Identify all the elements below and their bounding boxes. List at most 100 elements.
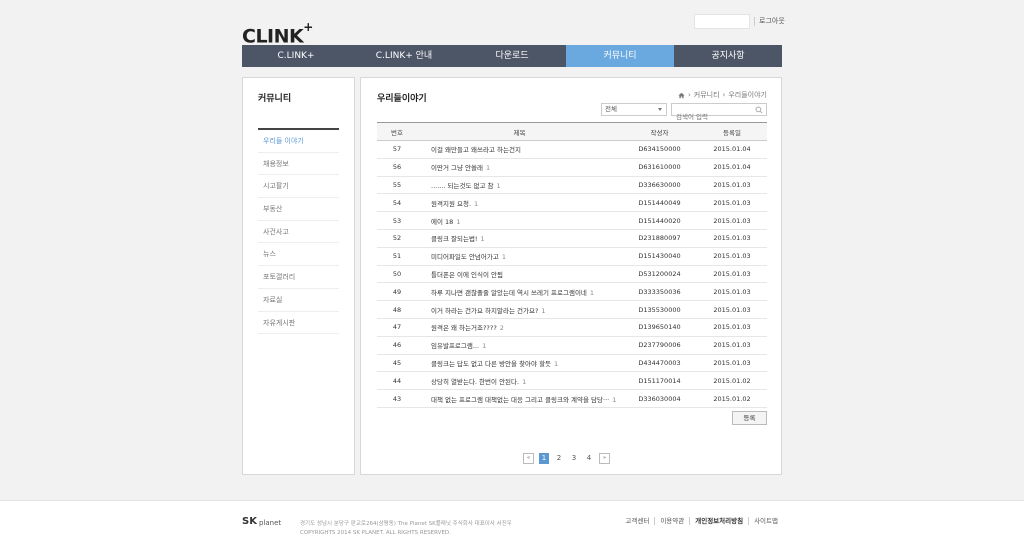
row-title-cell[interactable]: 이딴거 그냥 안쓸래 1 [417, 158, 622, 177]
nav-clink[interactable]: C.LINK+ [242, 45, 350, 67]
sidebar-item-real-estate[interactable]: 부동산 [258, 198, 339, 221]
footer-link-sitemap[interactable]: 사이트맵 [748, 517, 783, 525]
row-title-cell[interactable]: 원격지원 요청. 1 [417, 193, 622, 213]
row-title-link[interactable]: 대책 없는 프로그램 대책없는 대응 그리고 클링크와 계약을 담당··· [431, 396, 609, 404]
prev-page-button[interactable]: « [523, 453, 534, 464]
row-date: 2015.01.02 [697, 389, 767, 408]
sidebar-item-incidents[interactable]: 사건사고 [258, 221, 339, 244]
row-title-cell[interactable]: 에이 18 1 [417, 211, 622, 230]
row-title-cell[interactable]: 원격은 왜 하는거죠???? 2 [417, 318, 622, 337]
row-title-cell[interactable]: 임유발프로그램... 1 [417, 336, 622, 355]
table-row[interactable]: 50 틀더폰은 이에 인식이 안됨 D531200024 2015.01.03 [377, 265, 767, 284]
row-title-link[interactable]: 클링크는 답도 없고 다른 방안을 찾아야 할듯 [431, 360, 551, 368]
comment-count: 1 [482, 342, 487, 351]
page-3[interactable]: 3 [569, 453, 579, 464]
sidebar-item-buy-sell[interactable]: 시고팔기 [258, 175, 339, 199]
footer-links: 고객센터 이용약관 개인정보처리방침 사이트맵 [620, 517, 783, 525]
logout-link[interactable]: 로그아웃 [754, 16, 785, 26]
row-title-link[interactable]: 하루 지나면 괜찮졸줄 알았는데 역시 쓰레기 프로그램이네 [431, 289, 587, 297]
row-title-link[interactable]: 에이 18 [431, 218, 453, 226]
table-row[interactable]: 46 임유발프로그램... 1 D237790006 2015.01.03 [377, 336, 767, 355]
table-row[interactable]: 57 이걸 왜만들고 왜쓰라고 하는건지 D634150000 2015.01.04 [377, 140, 767, 159]
home-icon[interactable] [678, 92, 685, 99]
comment-count: 1 [496, 181, 501, 190]
row-title-link[interactable]: ....... 되는것도 없고 참 [431, 182, 494, 190]
next-page-button[interactable]: » [599, 453, 610, 464]
row-title-link[interactable]: 원격은 왜 하는거죠???? [431, 324, 497, 332]
chevron-down-icon [658, 108, 662, 111]
row-title-cell[interactable]: 하루 지나면 괜찮졸줄 알았는데 역시 쓰레기 프로그램이네 1 [417, 282, 622, 302]
page-title: 우리들이야기 [377, 94, 427, 104]
sidebar-item-free-board[interactable]: 자유게시판 [258, 312, 339, 335]
col-author: 작성자 [622, 122, 697, 141]
comment-count: 1 [554, 359, 559, 368]
row-title-cell[interactable]: 클링크는 답도 없고 다른 방안을 찾아야 할듯 1 [417, 354, 622, 373]
row-title-link[interactable]: 이걸 왜만들고 왜쓰라고 하는건지 [431, 146, 521, 154]
row-number: 55 [377, 176, 417, 195]
footer-address: 경기도 성남시 분당구 판교로264(삼평동) The Planet SK플래닛… [300, 521, 512, 527]
sidebar-item-news[interactable]: 뉴스 [258, 243, 339, 267]
row-title-link[interactable]: 이거 하라는 건가요 하지말라는 건가요? [431, 307, 538, 315]
nav-notice[interactable]: 공지사항 [674, 45, 782, 67]
row-title-link[interactable]: 미디어파일도 안넘어가고 [431, 253, 499, 261]
row-title-link[interactable]: 이딴거 그냥 안쓸래 [431, 164, 483, 172]
table-row[interactable]: 55....... 되는것도 없고 참 1 D336630000 2015.01.03 [377, 176, 767, 195]
footer-link-customer-center[interactable]: 고객센터 [620, 517, 654, 525]
row-title-link[interactable]: 틀더폰은 이에 인식이 안됨 [431, 271, 503, 279]
table-row[interactable]: 56 이딴거 그냥 안쓸래 1 D631610000 2015.01.04 [377, 158, 767, 177]
table-header-row: 번호 제목 작성자 등록일 [377, 122, 767, 141]
page-1[interactable]: 1 [539, 453, 549, 464]
row-number: 49 [377, 282, 417, 302]
row-author: D336030004 [622, 389, 697, 408]
row-title-link[interactable]: 상당히 열받는다. 한번이 안된다. [431, 378, 519, 386]
row-title-cell[interactable]: ....... 되는것도 없고 참1 [417, 176, 622, 195]
row-author: D139650140 [622, 318, 697, 337]
search-input[interactable] [672, 111, 752, 123]
table-row[interactable]: 54 원격지원 요청. 1 D151440049 2015.01.03 [377, 193, 767, 213]
clink-logo[interactable]: CLINK+ [242, 20, 313, 47]
page-4[interactable]: 4 [584, 453, 594, 464]
table-row[interactable]: 49 하루 지나면 괜찮졸줄 알았는데 역시 쓰레기 프로그램이네 1 D333350… [377, 282, 767, 302]
row-date: 2015.01.04 [697, 158, 767, 177]
row-number: 43 [377, 389, 417, 408]
footer-link-privacy[interactable]: 개인정보처리방침 [689, 517, 748, 525]
table-row[interactable]: 43 대책 없는 프로그램 대책없는 대응 그리고 클링크와 계약을 담당··· 1… [377, 389, 767, 408]
page-2[interactable]: 2 [554, 453, 564, 464]
nav-download[interactable]: 다운로드 [458, 45, 566, 67]
table-row[interactable]: 48 이거 하라는 건가요 하지말라는 건가요? 1 D135530000 2015.0… [377, 300, 767, 319]
sidebar-item-our-stories[interactable]: 우리들 이야기 [258, 130, 339, 153]
register-button[interactable]: 등록 [732, 411, 767, 425]
table-row[interactable]: 53 에이 18 1 D151440020 2015.01.03 [377, 211, 767, 230]
row-title-cell[interactable]: 이걸 왜만들고 왜쓰라고 하는건지 [417, 140, 622, 159]
row-number: 56 [377, 158, 417, 177]
table-row[interactable]: 45 클링크는 답도 없고 다른 방안을 찾아야 할듯 1 D434470003 201… [377, 354, 767, 373]
row-title-cell[interactable]: 클링크 잘되는법! 1 [417, 229, 622, 248]
row-title-cell[interactable]: 틀더폰은 이에 인식이 안됨 [417, 265, 622, 284]
table-row[interactable]: 51 미디어파일도 안넘어가고 1 D151430040 2015.01.03 [377, 247, 767, 266]
nav-clink-guide[interactable]: C.LINK+ 안내 [350, 45, 458, 67]
table-row[interactable]: 44 상당히 열받는다. 한번이 안된다. 1 D151170014 2015.01.0… [377, 371, 767, 391]
row-title-link[interactable]: 클링크 잘되는법! [431, 235, 478, 243]
row-title-cell[interactable]: 상당히 열받는다. 한번이 안된다. 1 [417, 371, 622, 391]
breadcrumb-community[interactable]: 커뮤니티 [694, 90, 720, 100]
nav-community[interactable]: 커뮤니티 [566, 45, 674, 67]
row-date: 2015.01.03 [697, 354, 767, 373]
logo-plus: + [303, 20, 313, 34]
table-row[interactable]: 47 원격은 왜 하는거죠???? 2 D139650140 2015.01.03 [377, 318, 767, 337]
row-title-cell[interactable]: 대책 없는 프로그램 대책없는 대응 그리고 클링크와 계약을 담당··· 1 [417, 389, 622, 408]
row-title-cell[interactable]: 미디어파일도 안넘어가고 1 [417, 247, 622, 266]
sidebar-item-jobs[interactable]: 채용정보 [258, 153, 339, 176]
row-author: D151170014 [622, 371, 697, 391]
comment-count: 1 [589, 288, 595, 297]
row-date: 2015.01.03 [697, 229, 767, 248]
sidebar-item-archive[interactable]: 자료실 [258, 289, 339, 312]
sidebar-item-photo-gallery[interactable]: 포토갤러리 [258, 266, 339, 289]
table-row[interactable]: 52 클링크 잘되는법! 1 D231880097 2015.01.03 [377, 229, 767, 248]
row-title-cell[interactable]: 이거 하라는 건가요 하지말라는 건가요? 1 [417, 300, 622, 319]
brand-sk: SK [242, 516, 257, 527]
search-filter-select[interactable]: 전체 [601, 103, 667, 116]
row-title-link[interactable]: 임유발프로그램... [431, 342, 479, 350]
search-icon[interactable] [755, 106, 763, 114]
row-title-link[interactable]: 원격지원 요청. [431, 200, 471, 208]
footer-link-terms[interactable]: 이용약관 [654, 517, 689, 525]
